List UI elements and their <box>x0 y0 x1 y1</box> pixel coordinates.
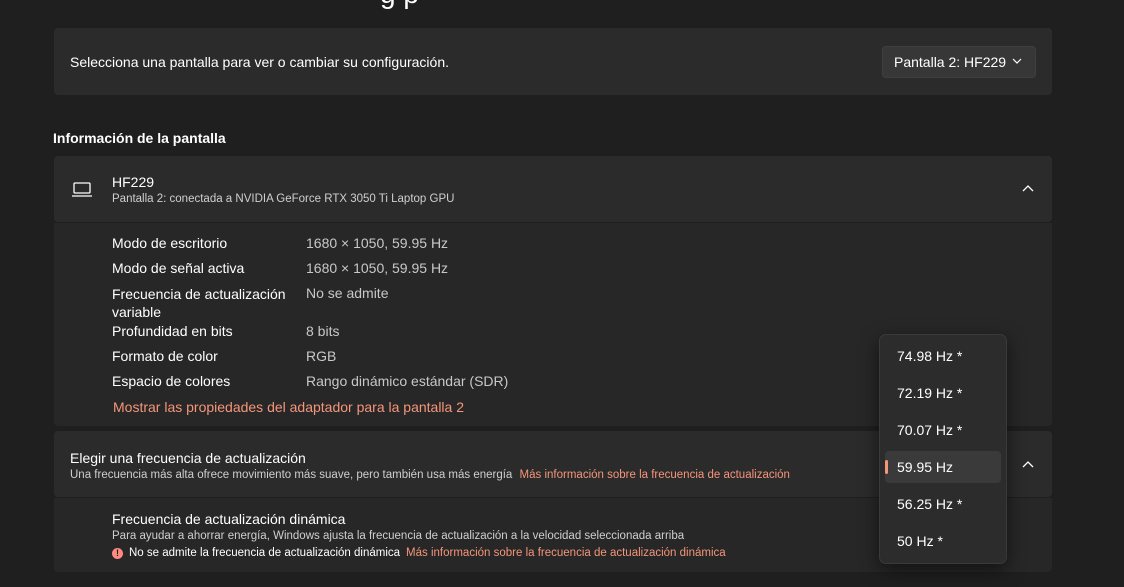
refresh-rate-option-selected[interactable]: 59.95 Hz <box>885 451 1001 483</box>
monitor-subtitle: Pantalla 2: conectada a NVIDIA GeForce R… <box>112 193 455 205</box>
error-icon: ! <box>112 547 123 559</box>
refresh-rate-dropdown-menu: 74.98 Hz * 72.19 Hz * 70.07 Hz * 59.95 H… <box>879 334 1007 564</box>
display-select-dropdown[interactable]: Pantalla 2: HF229 <box>882 46 1036 78</box>
info-label-desktop-mode: Modo de escritorio <box>112 235 228 251</box>
info-value-color-format: RGB <box>306 348 337 364</box>
selection-indicator <box>885 460 888 474</box>
info-label-bit-depth: Profundidad en bits <box>112 323 233 339</box>
dynamic-refresh-title: Frecuencia de actualización dinámica <box>112 511 346 527</box>
refresh-rate-option[interactable]: 74.98 Hz * <box>885 340 1001 372</box>
display-select-value: Pantalla 2: HF229 <box>894 54 1007 70</box>
refresh-rate-more-info-link[interactable]: Más información sobre la frecuencia de a… <box>520 469 790 481</box>
info-label-variable-refresh: Frecuencia de actualización variable <box>112 286 286 320</box>
refresh-rate-subtitle: Una frecuencia más alta ofrece movimient… <box>70 469 790 481</box>
info-label-color-format: Formato de color <box>112 348 218 364</box>
info-value-bit-depth: 8 bits <box>306 323 340 339</box>
dynamic-refresh-subtitle: Para ayudar a ahorrar energía, Windows a… <box>112 530 685 542</box>
info-label-color-space: Espacio de colores <box>112 373 231 389</box>
info-value-color-space: Rango dinámico estándar (SDR) <box>306 373 509 389</box>
display-select-prompt: Selecciona una pantalla para ver o cambi… <box>70 54 450 70</box>
chevron-up-icon[interactable] <box>1021 458 1035 472</box>
chevron-down-icon <box>1012 58 1022 64</box>
info-label-signal-mode: Modo de señal activa <box>112 260 245 276</box>
info-value-signal-mode: 1680 × 1050, 59.95 Hz <box>306 260 449 276</box>
chevron-up-icon[interactable] <box>1021 182 1035 196</box>
adapter-properties-link[interactable]: Mostrar las propiedades del adaptador pa… <box>113 399 464 415</box>
dynamic-refresh-warning: ! No se admite la frecuencia de actualiz… <box>112 547 726 559</box>
refresh-rate-option[interactable]: 72.19 Hz * <box>885 377 1001 409</box>
refresh-rate-option[interactable]: 70.07 Hz * <box>885 414 1001 446</box>
refresh-rate-title: Elegir una frecuencia de actualización <box>70 450 306 466</box>
refresh-rate-description: Una frecuencia más alta ofrece movimient… <box>70 469 513 481</box>
monitor-info-expander[interactable]: HF229 Pantalla 2: conectada a NVIDIA GeF… <box>54 156 1052 222</box>
page-title: g p <box>380 0 419 10</box>
monitor-name: HF229 <box>112 174 155 190</box>
info-value-variable-refresh: No se admite <box>306 285 389 301</box>
section-title: Información de la pantalla <box>53 130 226 146</box>
refresh-rate-option-label: 59.95 Hz <box>897 459 954 475</box>
laptop-icon <box>72 182 92 197</box>
info-value-desktop-mode: 1680 × 1050, 59.95 Hz <box>306 235 449 251</box>
dynamic-refresh-more-info-link[interactable]: Más información sobre la frecuencia de a… <box>406 547 726 559</box>
refresh-rate-option[interactable]: 50 Hz * <box>885 525 1001 557</box>
dynamic-refresh-warning-text: No se admite la frecuencia de actualizac… <box>129 547 401 559</box>
display-select-card: Selecciona una pantalla para ver o cambi… <box>54 28 1052 95</box>
refresh-rate-option[interactable]: 56.25 Hz * <box>885 488 1001 520</box>
